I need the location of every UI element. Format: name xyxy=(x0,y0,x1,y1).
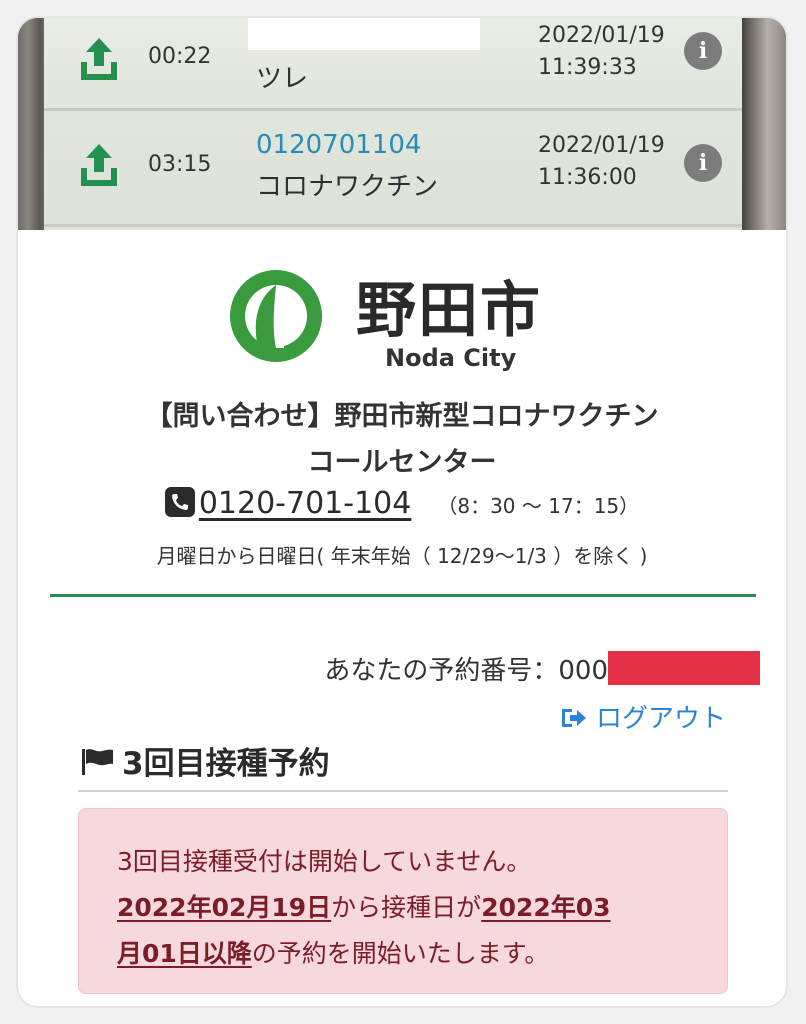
section-divider xyxy=(78,790,728,792)
flag-icon xyxy=(82,749,113,775)
service-days: 月曜日から日曜日( 年末年始（ 12/29～1/3 ）を除く ) xyxy=(156,544,648,568)
phone-bezel xyxy=(742,18,786,230)
caller-name: コロナワクチン xyxy=(256,172,439,202)
call-datetime: 2022/01/19 11:39:33 xyxy=(538,23,665,80)
call-duration: 03:15 xyxy=(148,152,212,177)
call-datetime: 2022/01/19 11:36:00 xyxy=(538,133,665,190)
header-divider xyxy=(50,594,756,597)
alert-line: 月01日以降の予約を開始いたします。 xyxy=(117,939,550,968)
city-name-kanji: 野田市 xyxy=(356,276,542,346)
section-title: 3回目接種予約 xyxy=(80,738,330,783)
alert-line: 3回目接種受付は開始していません。 xyxy=(117,847,532,876)
noda-city-logo: 野田市 Noda City xyxy=(228,268,558,378)
caller-name: ツレ xyxy=(256,64,309,94)
logout-icon xyxy=(561,709,586,727)
reservation-number: あなたの予約番号：000 xyxy=(324,650,760,687)
upload-icon xyxy=(81,38,117,80)
start-date: 2022年02月19日 xyxy=(117,893,332,922)
call-log-photo: 00:22 ツレ 2022/01/19 11:39:33 i 03:15 012… xyxy=(18,18,786,230)
phone-number-link[interactable]: 0120-701-104 xyxy=(199,486,412,521)
vaccination-date: 2022年03 xyxy=(481,893,611,922)
caller-number[interactable]: 0120701104 xyxy=(256,130,421,160)
info-icon[interactable]: i xyxy=(684,144,722,182)
alert-line: 2022年02月19日から接種日が2022年03 xyxy=(117,893,611,922)
vaccination-date: 月01日以降 xyxy=(117,939,252,968)
noda-logo-icon xyxy=(230,270,322,362)
redaction-red xyxy=(608,651,760,685)
alert-box: 3回目接種受付は開始していません。 2022年02月19日から接種日が2022年… xyxy=(78,808,728,994)
page-card: 00:22 ツレ 2022/01/19 11:39:33 i 03:15 012… xyxy=(18,18,786,1006)
row-divider xyxy=(44,108,744,111)
row-divider xyxy=(44,224,744,227)
logout-link[interactable]: ログアウト xyxy=(560,698,726,735)
call-log-screen: 00:22 ツレ 2022/01/19 11:39:33 i 03:15 012… xyxy=(44,18,744,230)
phone-icon xyxy=(164,487,195,517)
contact-title: 【問い合わせ】野田市新型コロナワクチン コールセンター xyxy=(145,401,659,478)
redaction-white xyxy=(248,18,480,50)
info-icon[interactable]: i xyxy=(684,32,722,70)
city-name-english: Noda City xyxy=(385,344,517,372)
upload-icon xyxy=(81,144,117,186)
call-duration: 00:22 xyxy=(148,44,212,69)
phone-hours: （8：30 ～ 17：15） xyxy=(437,494,640,518)
phone-line: 0120-701-104 （8：30 ～ 17：15） xyxy=(18,486,786,521)
